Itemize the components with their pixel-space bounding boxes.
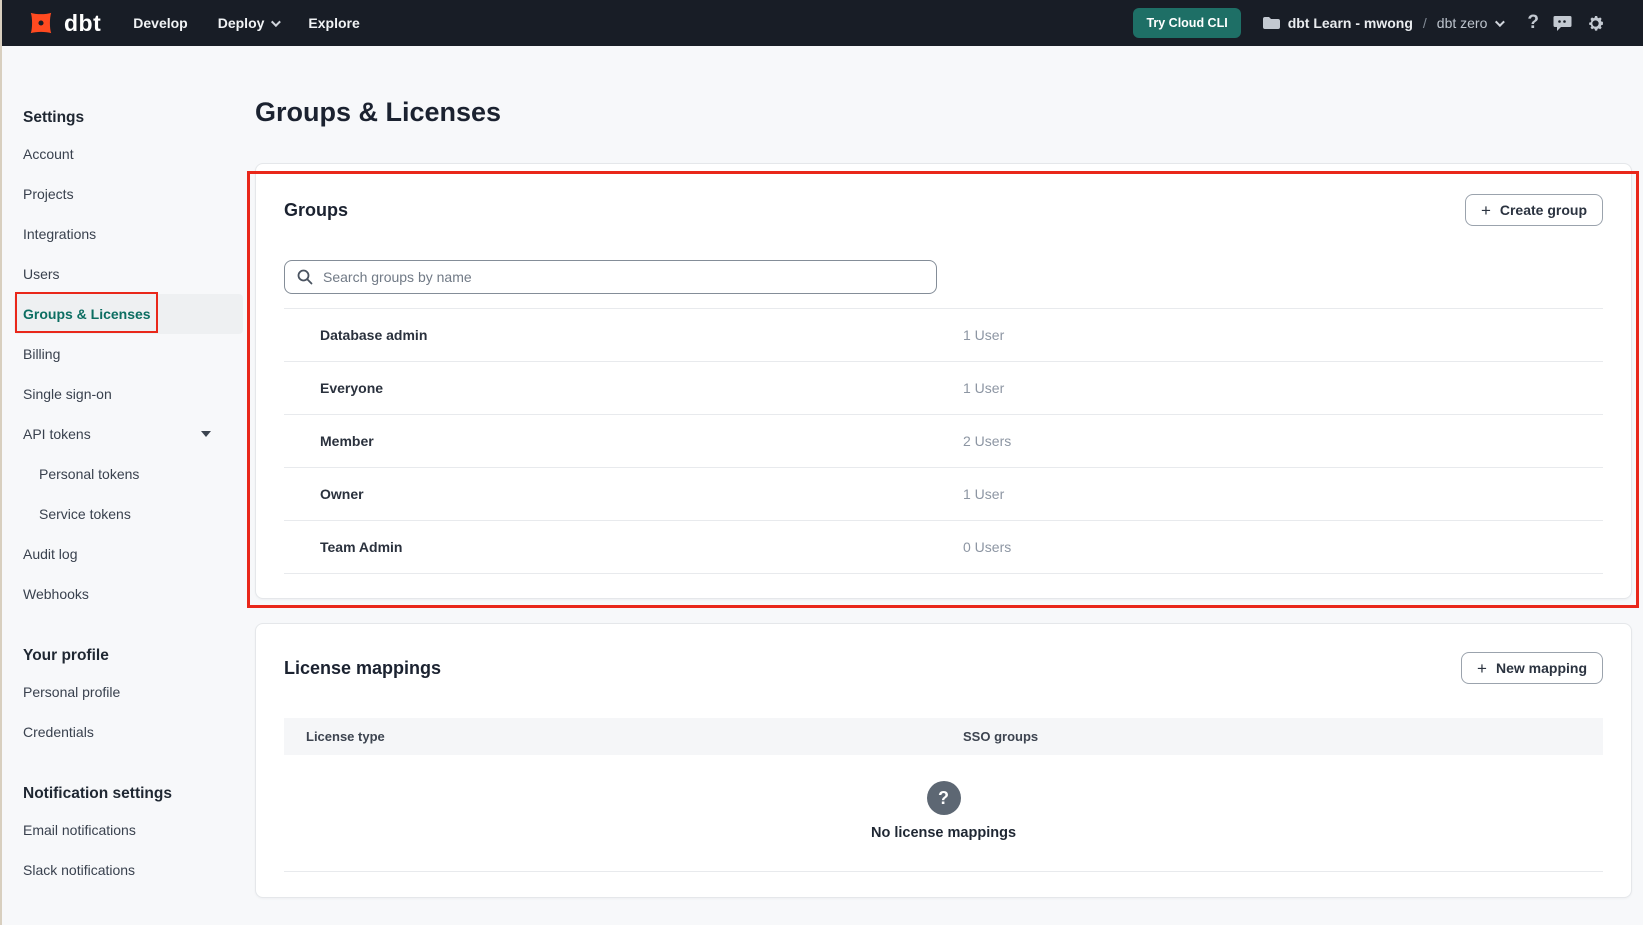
sidebar-item-label: Personal tokens bbox=[39, 466, 139, 482]
sidebar-heading-your-profile: Your profile bbox=[2, 646, 243, 666]
group-row-database-admin[interactable]: Database admin 1 User bbox=[284, 309, 1603, 362]
sidebar-item-label: Billing bbox=[23, 346, 60, 362]
main-content: Groups & Licenses Groups + Create group bbox=[243, 46, 1643, 925]
sidebar-item-label: Groups & Licenses bbox=[23, 306, 151, 322]
chevron-down-icon bbox=[271, 17, 281, 27]
column-sso-groups: SSO groups bbox=[963, 729, 1038, 744]
nav-item-explore[interactable]: Explore bbox=[308, 15, 359, 31]
gear-icon[interactable] bbox=[1586, 14, 1605, 33]
groups-list: Database admin 1 User Everyone 1 User Me… bbox=[284, 308, 1603, 574]
sidebar-heading-notification-settings: Notification settings bbox=[2, 784, 243, 804]
group-name: Everyone bbox=[320, 380, 383, 396]
sidebar-item-label: Email notifications bbox=[23, 822, 136, 838]
question-circle-icon: ? bbox=[927, 781, 961, 815]
sidebar-item-billing[interactable]: Billing bbox=[2, 334, 243, 374]
create-group-button[interactable]: + Create group bbox=[1465, 194, 1603, 226]
license-empty-state: ? No license mappings bbox=[284, 755, 1603, 841]
group-user-count: 1 User bbox=[963, 486, 1004, 502]
plus-icon: + bbox=[1477, 660, 1487, 677]
settings-sidebar: Settings Account Projects Integrations U… bbox=[2, 46, 243, 925]
sidebar-item-groups-licenses[interactable]: Groups & Licenses bbox=[2, 294, 243, 334]
groups-card: Groups + Create group Database adm bbox=[255, 163, 1632, 599]
search-groups-input[interactable] bbox=[323, 269, 924, 285]
sidebar-item-slack-notifications[interactable]: Slack notifications bbox=[2, 850, 243, 890]
sidebar-item-label: Integrations bbox=[23, 226, 96, 242]
sidebar-item-personal-profile[interactable]: Personal profile bbox=[2, 672, 243, 712]
sidebar-item-label: API tokens bbox=[23, 426, 91, 442]
sidebar-item-label: Projects bbox=[23, 186, 74, 202]
divider bbox=[284, 871, 1603, 872]
nav-item-label: Develop bbox=[133, 15, 187, 31]
nav-item-label: Deploy bbox=[218, 15, 265, 31]
brand-name: dbt bbox=[64, 10, 101, 37]
sidebar-item-projects[interactable]: Projects bbox=[2, 174, 243, 214]
try-cloud-cli-button[interactable]: Try Cloud CLI bbox=[1133, 8, 1240, 38]
group-name: Database admin bbox=[320, 327, 427, 343]
nav-item-label: Explore bbox=[308, 15, 359, 31]
sidebar-item-label: Webhooks bbox=[23, 586, 89, 602]
sidebar-item-account[interactable]: Account bbox=[2, 134, 243, 174]
group-row-everyone[interactable]: Everyone 1 User bbox=[284, 362, 1603, 415]
feedback-icon[interactable] bbox=[1553, 15, 1572, 32]
sidebar-item-service-tokens[interactable]: Service tokens bbox=[2, 494, 243, 534]
navbar-icon-group: ? bbox=[1527, 12, 1605, 34]
license-mappings-heading: License mappings bbox=[284, 656, 441, 680]
sidebar-item-label: Single sign-on bbox=[23, 386, 112, 402]
project-name: dbt zero bbox=[1437, 15, 1488, 31]
license-table-header: License type SSO groups bbox=[284, 718, 1603, 755]
group-user-count: 0 Users bbox=[963, 539, 1011, 555]
dbt-logo-icon bbox=[26, 8, 56, 38]
license-mappings-card: License mappings + New mapping License t… bbox=[255, 623, 1632, 898]
account-name: dbt Learn - mwong bbox=[1288, 15, 1413, 31]
nav-menu: Develop Deploy Explore bbox=[133, 15, 360, 31]
sidebar-item-email-notifications[interactable]: Email notifications bbox=[2, 810, 243, 850]
groups-search bbox=[284, 260, 937, 294]
sidebar-item-label: Credentials bbox=[23, 724, 94, 740]
plus-icon: + bbox=[1481, 202, 1491, 219]
sidebar-item-label: Users bbox=[23, 266, 60, 282]
search-icon bbox=[297, 269, 313, 285]
sidebar-item-credentials[interactable]: Credentials bbox=[2, 712, 243, 752]
create-group-label: Create group bbox=[1500, 202, 1587, 218]
nav-item-deploy[interactable]: Deploy bbox=[218, 15, 279, 31]
navbar-right: Try Cloud CLI dbt Learn - mwong / dbt ze… bbox=[1133, 8, 1605, 38]
groups-heading: Groups bbox=[284, 198, 348, 222]
new-mapping-button[interactable]: + New mapping bbox=[1461, 652, 1603, 684]
top-navbar: dbt Develop Deploy Explore Try Cloud CLI… bbox=[2, 0, 1643, 46]
sidebar-item-single-sign-on[interactable]: Single sign-on bbox=[2, 374, 243, 414]
chevron-down-icon bbox=[1495, 17, 1505, 27]
dbt-brand[interactable]: dbt bbox=[26, 8, 101, 38]
group-user-count: 2 Users bbox=[963, 433, 1011, 449]
group-name: Team Admin bbox=[320, 539, 402, 555]
sidebar-item-label: Service tokens bbox=[39, 506, 131, 522]
sidebar-item-api-tokens[interactable]: API tokens bbox=[2, 414, 243, 454]
group-user-count: 1 User bbox=[963, 380, 1004, 396]
sidebar-item-audit-log[interactable]: Audit log bbox=[2, 534, 243, 574]
group-row-team-admin[interactable]: Team Admin 0 Users bbox=[284, 521, 1603, 574]
group-row-member[interactable]: Member 2 Users bbox=[284, 415, 1603, 468]
sidebar-item-users[interactable]: Users bbox=[2, 254, 243, 294]
breadcrumb-separator: / bbox=[1423, 15, 1427, 31]
new-mapping-label: New mapping bbox=[1496, 660, 1587, 676]
page-title: Groups & Licenses bbox=[255, 96, 1632, 128]
group-name: Member bbox=[320, 433, 374, 449]
group-user-count: 1 User bbox=[963, 327, 1004, 343]
sidebar-item-personal-tokens[interactable]: Personal tokens bbox=[2, 454, 243, 494]
sidebar-item-label: Account bbox=[23, 146, 74, 162]
account-project-switcher[interactable]: dbt Learn - mwong / dbt zero bbox=[1262, 15, 1503, 31]
folder-icon bbox=[1262, 16, 1280, 30]
nav-item-develop[interactable]: Develop bbox=[133, 15, 187, 31]
sidebar-heading-settings: Settings bbox=[2, 108, 243, 128]
group-name: Owner bbox=[320, 486, 364, 502]
group-row-owner[interactable]: Owner 1 User bbox=[284, 468, 1603, 521]
sidebar-item-label: Audit log bbox=[23, 546, 77, 562]
sidebar-item-label: Slack notifications bbox=[23, 862, 135, 878]
help-icon[interactable]: ? bbox=[1527, 12, 1539, 34]
sidebar-item-label: Personal profile bbox=[23, 684, 120, 700]
empty-state-text: No license mappings bbox=[871, 825, 1016, 841]
sidebar-item-integrations[interactable]: Integrations bbox=[2, 214, 243, 254]
sidebar-item-webhooks[interactable]: Webhooks bbox=[2, 574, 243, 614]
caret-down-icon bbox=[201, 431, 211, 437]
column-license-type: License type bbox=[306, 729, 385, 744]
